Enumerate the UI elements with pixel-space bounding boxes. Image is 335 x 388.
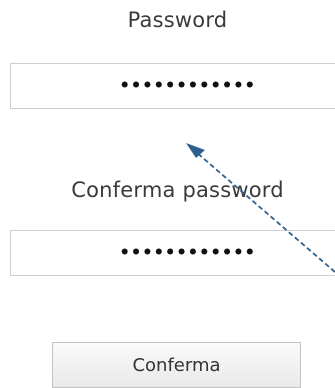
password-field[interactable]: •••••••••••• [10,63,335,109]
password-label: Password [127,8,228,32]
confirm-button[interactable]: Conferma [52,342,301,388]
password-value: •••••••••••• [119,75,256,96]
confirm-password-field[interactable]: •••••••••••• [10,230,335,276]
confirm-password-value: •••••••••••• [119,242,256,263]
confirm-password-label: Conferma password [71,178,284,202]
